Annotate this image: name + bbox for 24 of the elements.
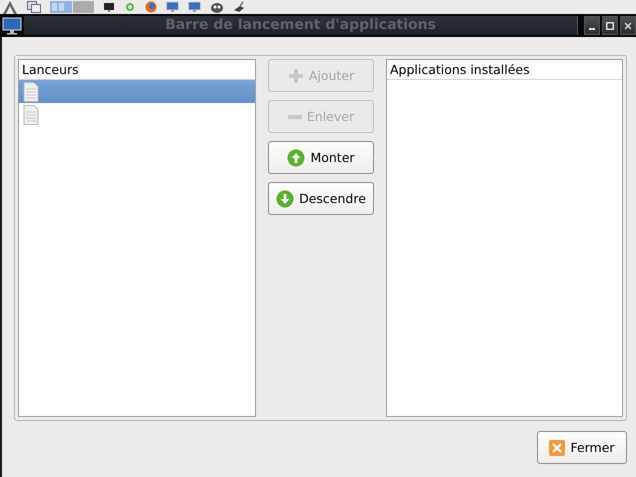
minimize-button[interactable] (584, 16, 600, 35)
close-icon (625, 22, 631, 30)
plus-icon (288, 68, 304, 84)
launcher-row[interactable] (19, 80, 255, 103)
document-icon (23, 104, 39, 124)
up-button[interactable]: Monter (268, 141, 374, 174)
browser-icon[interactable] (145, 1, 157, 13)
minimize-icon (589, 28, 595, 30)
minus-icon (288, 114, 302, 118)
column-header[interactable]: Applications installées (387, 60, 622, 80)
monitor-icon[interactable] (103, 1, 115, 13)
window-title: Barre de lancement d'applications (24, 16, 578, 35)
monitor-icon (2, 16, 22, 34)
maximize-icon (606, 22, 614, 30)
windows-icon[interactable] (27, 1, 41, 13)
close-icon (549, 440, 566, 456)
close-dialog-button[interactable]: Fermer (537, 431, 627, 464)
down-button[interactable]: Descendre (268, 182, 374, 215)
close-button[interactable] (620, 16, 636, 35)
document-icon (23, 82, 39, 102)
animal-icon[interactable] (210, 1, 224, 13)
recycle-icon[interactable] (124, 1, 136, 13)
maximize-button[interactable] (602, 16, 618, 35)
brush-icon[interactable] (233, 1, 245, 13)
